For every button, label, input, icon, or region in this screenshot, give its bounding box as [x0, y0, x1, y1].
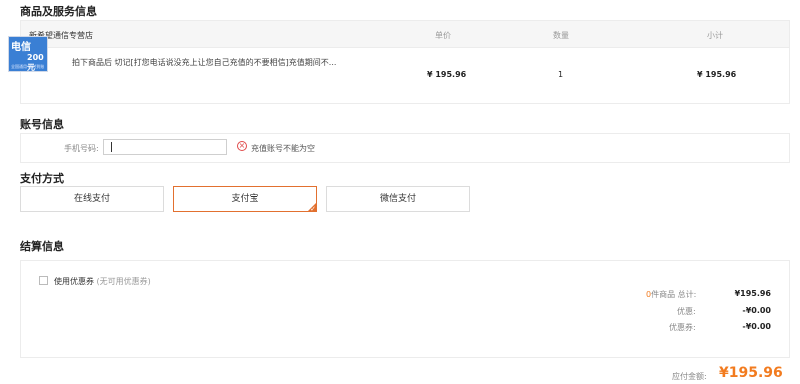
- coupon-note: (无可用优惠券): [96, 277, 151, 286]
- col-unit-price: 单价: [435, 31, 451, 40]
- phone-label: 手机号码:: [64, 144, 99, 153]
- discount-label: 优惠:: [677, 307, 696, 316]
- quantity: 1: [558, 70, 564, 79]
- phone-input[interactable]: [103, 139, 227, 155]
- settlement-panel: [20, 260, 790, 358]
- payment-section-title: 支付方式: [20, 172, 64, 185]
- settlement-section-title: 结算信息: [20, 240, 64, 253]
- account-section-title: 账号信息: [20, 118, 64, 131]
- product-thumbnail[interactable]: 电信 200元 全国通用 即时到账: [8, 36, 48, 72]
- items-summary: 0件商品 总计:: [646, 289, 696, 300]
- pay-option-wechat[interactable]: 微信支付: [326, 186, 470, 212]
- discount-value: -¥0.00: [742, 306, 771, 315]
- subtotal: ¥ 195.96: [697, 70, 737, 79]
- checkmark-icon: ✓: [310, 205, 316, 213]
- pay-option-online[interactable]: 在线支付: [20, 186, 164, 212]
- coupon-label: 使用优惠券: [54, 277, 94, 286]
- pay-option-alipay[interactable]: 支付宝 ✓: [173, 186, 317, 213]
- coupon-checkbox[interactable]: [39, 276, 48, 285]
- payable-amount: ¥195.96: [719, 365, 783, 381]
- coupon-option[interactable]: 使用优惠券 (无可用优惠券): [54, 276, 151, 287]
- pay-option-alipay-label: 支付宝: [231, 194, 259, 204]
- items-total: ¥195.96: [734, 289, 771, 298]
- thumb-text-small: 全国通用 即时到账: [11, 64, 45, 69]
- coupon-discount-label: 优惠券:: [669, 323, 696, 332]
- items-label: 件商品 总计:: [651, 290, 697, 299]
- thumb-text-top: 电信: [11, 42, 31, 53]
- coupon-discount-value: -¥0.00: [742, 322, 771, 331]
- product-section-title: 商品及服务信息: [20, 5, 97, 18]
- text-caret: [111, 142, 112, 152]
- product-name[interactable]: 拍下商品后 切记[打您电话说没充上让您自己充值的不要相信]充值期间不...: [72, 57, 336, 68]
- unit-price: ¥ 195.96: [427, 70, 467, 79]
- product-table-header: 新希望通信专营店 单价 数量 小计: [21, 21, 789, 48]
- payable-label: 应付金额:: [672, 372, 707, 381]
- error-icon: ×: [237, 141, 247, 151]
- col-quantity: 数量: [553, 31, 569, 40]
- col-subtotal: 小计: [707, 31, 723, 40]
- phone-error-text: 充值账号不能为空: [251, 144, 315, 153]
